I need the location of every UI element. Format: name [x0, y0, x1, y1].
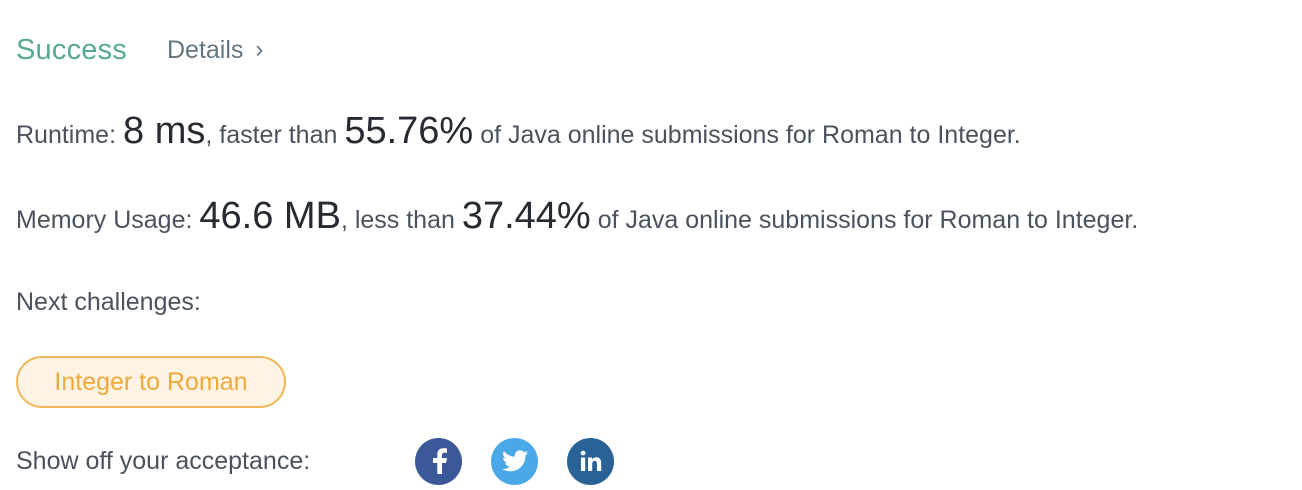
result-header: Success Details › [16, 28, 263, 72]
chevron-right-icon: › [255, 36, 264, 63]
runtime-line: Runtime: 8 ms , faster than 55.76% of Ja… [16, 110, 1021, 153]
runtime-value: 8 ms [123, 110, 206, 152]
runtime-middle: , faster than [205, 121, 338, 149]
challenge-integer-to-roman[interactable]: Integer to Roman [16, 356, 286, 408]
linkedin-icon[interactable] [567, 437, 614, 485]
next-challenges-label: Next challenges: [16, 288, 201, 316]
share-label: Show off your acceptance: [16, 446, 311, 475]
twitter-icon[interactable] [491, 437, 538, 485]
runtime-percent: 55.76% [344, 110, 474, 152]
memory-percent: 37.44% [461, 195, 591, 237]
details-label: Details [167, 35, 244, 64]
memory-middle: , less than [340, 206, 455, 234]
runtime-label: Runtime: [16, 121, 117, 149]
memory-suffix: of Java online submissions for Roman to … [597, 206, 1139, 234]
memory-value: 46.6 MB [199, 195, 341, 237]
status-text: Success [16, 33, 127, 66]
memory-label: Memory Usage: [16, 206, 193, 234]
memory-line: Memory Usage: 46.6 MB , less than 37.44%… [16, 195, 1138, 238]
details-link[interactable]: Details › [167, 36, 263, 65]
share-row: Show off your acceptance: [16, 437, 643, 485]
facebook-icon[interactable] [415, 437, 462, 485]
runtime-suffix: of Java online submissions for Roman to … [480, 121, 1021, 149]
